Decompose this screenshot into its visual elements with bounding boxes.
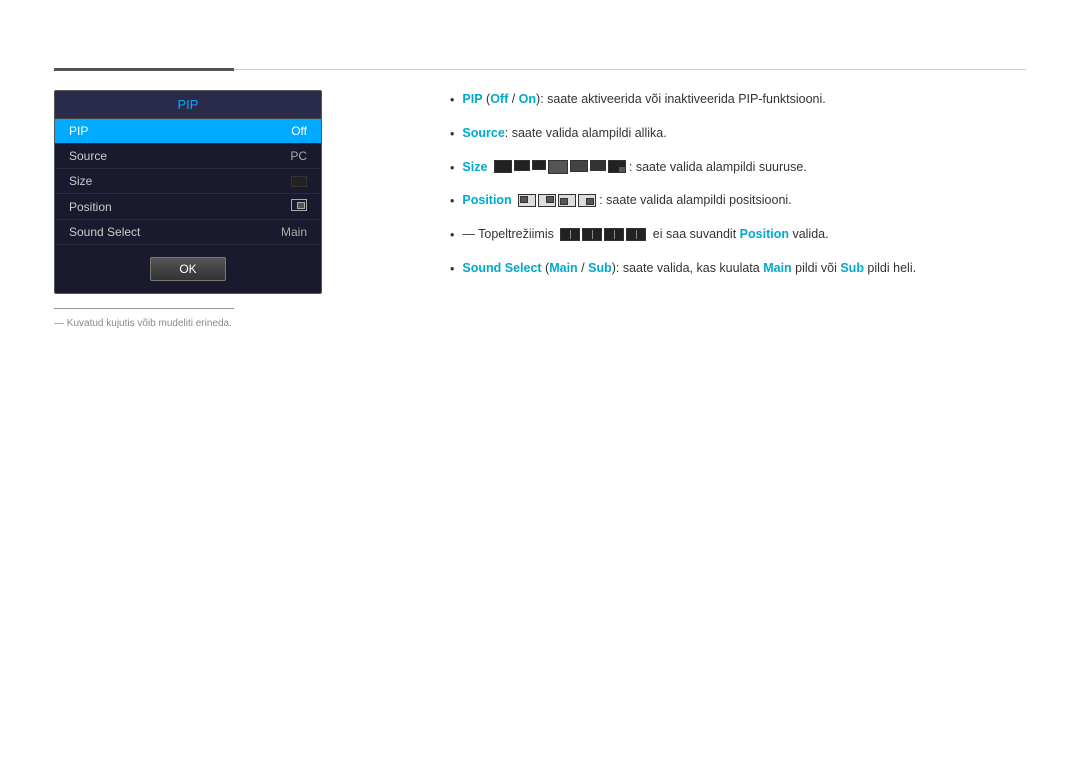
pip-menu-item-size[interactable]: Size [55, 169, 321, 194]
size-icon-small [291, 176, 307, 187]
sub-keyword-2: Sub [840, 261, 864, 275]
bullet-source: Source: saate valida alampildi allika. [450, 124, 1026, 144]
pip-item-value: Off [291, 124, 307, 138]
size-icon-5 [570, 160, 588, 172]
pip-keyword: PIP [462, 92, 482, 106]
dbl-icon-2 [582, 228, 602, 241]
bullet-sound-select-text: Sound Select (Main / Sub): saate valida,… [462, 259, 916, 278]
note-text: ― Kuvatud kujutis võib mudeliti erineda. [54, 318, 232, 329]
pip-menu-item-sound-select[interactable]: Sound Select Main [55, 220, 321, 245]
sound-select-value: Main [281, 225, 307, 239]
pip-item-label: PIP [69, 124, 88, 138]
note-separator-line [54, 308, 234, 309]
top-line-accent [54, 68, 234, 71]
sub-keyword: Sub [588, 261, 612, 275]
source-label: Source [69, 149, 107, 163]
sound-select-keyword: Sound Select [462, 261, 541, 275]
bullet-sound-select: Sound Select (Main / Sub): saate valida,… [450, 259, 1026, 279]
right-description-area: PIP (Off / On): saate aktiveerida või in… [450, 90, 1026, 293]
size-icon-6 [590, 160, 606, 171]
position-keyword-2: Position [740, 227, 789, 241]
size-icon-2 [514, 160, 530, 171]
bullet-size-text: Size : saate valida alampildi suuruse. [462, 158, 806, 177]
source-value: PC [290, 149, 307, 163]
dbl-icon-4 [626, 228, 646, 241]
dbl-icon-1 [560, 228, 580, 241]
bullet-pip-text: PIP (Off / On): saate aktiveerida või in… [462, 90, 825, 109]
position-icon [291, 199, 307, 211]
main-keyword: Main [549, 261, 577, 275]
bullet-double-mode: — Topeltrežiimis ei saa suvandit Positio… [450, 225, 1026, 245]
bullet-pip: PIP (Off / On): saate aktiveerida või in… [450, 90, 1026, 110]
double-mode-icons [560, 228, 646, 241]
pos-icon-tr [538, 194, 556, 207]
off-keyword: Off [490, 92, 508, 106]
dbl-icon-3 [604, 228, 624, 241]
position-keyword: Position [462, 193, 511, 207]
bullet-size: Size : saate valida alampildi suuruse. [450, 158, 1026, 178]
position-icon-value [291, 199, 307, 214]
sound-select-label: Sound Select [69, 225, 140, 239]
size-icon-4 [548, 160, 568, 174]
main-keyword-2: Main [763, 261, 791, 275]
pip-panel-title: PIP [55, 91, 321, 119]
pos-icon-bl [558, 194, 576, 207]
ok-button[interactable]: OK [150, 257, 225, 281]
top-line-separator [234, 69, 1026, 70]
feature-bullet-list: PIP (Off / On): saate aktiveerida või in… [450, 90, 1026, 279]
bullet-double-text: — Topeltrežiimis ei saa suvandit Positio… [462, 225, 828, 244]
bullet-position: Position : saate valida alampildi posits… [450, 191, 1026, 211]
bullet-position-text: Position : saate valida alampildi posits… [462, 191, 791, 210]
pip-menu-item-position[interactable]: Position [55, 194, 321, 220]
pip-menu-item-pip[interactable]: PIP Off [55, 119, 321, 144]
top-decorative-lines [54, 68, 1026, 71]
bullet-source-text: Source: saate valida alampildi allika. [462, 124, 666, 143]
size-label: Size [69, 174, 92, 188]
pos-icon-tl [518, 194, 536, 207]
size-icon-3 [532, 160, 546, 170]
size-icon-1 [494, 160, 512, 173]
pip-menu-item-source[interactable]: Source PC [55, 144, 321, 169]
pos-icon-br [578, 194, 596, 207]
position-label: Position [69, 200, 112, 214]
on-keyword: On [519, 92, 536, 106]
pip-menu-panel: PIP PIP Off Source PC Size Position Soun… [54, 90, 322, 294]
position-icons-group [518, 194, 596, 207]
size-icon-7 [608, 160, 626, 173]
ok-button-row: OK [55, 245, 321, 293]
size-icons-group [494, 160, 626, 174]
source-keyword: Source [462, 126, 504, 140]
size-keyword: Size [462, 160, 487, 174]
size-icon-value [291, 174, 307, 188]
